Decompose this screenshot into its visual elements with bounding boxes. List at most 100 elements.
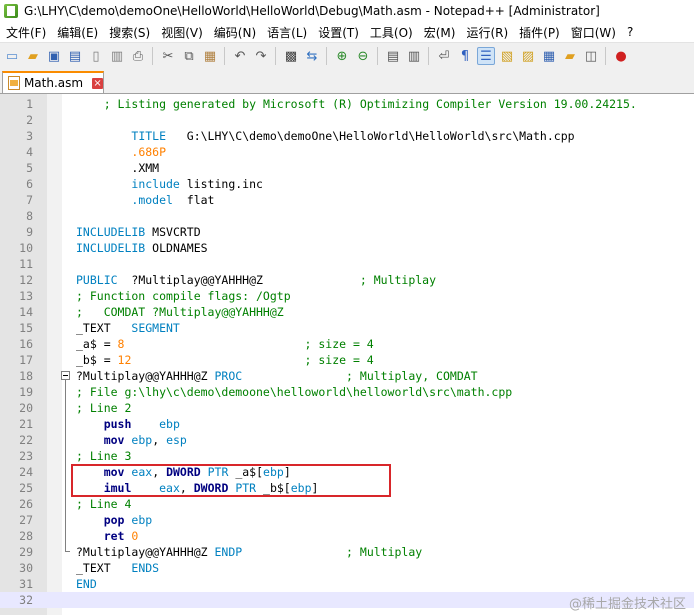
code-line[interactable]: 5 .XMM	[0, 160, 694, 176]
menu-macro[interactable]: 宏(M)	[418, 24, 461, 41]
line-number: 16	[19, 337, 33, 351]
close-all-icon[interactable]: ▥	[108, 47, 126, 65]
menu-plugins[interactable]: 插件(P)	[513, 24, 565, 41]
code-line[interactable]: 1 ; Listing generated by Microsoft (R) O…	[0, 96, 694, 112]
menu-settings[interactable]: 设置(T)	[312, 24, 364, 41]
close-file-icon[interactable]: ▯	[87, 47, 105, 65]
code-token: INCLUDELIB	[76, 241, 146, 255]
indent-guide-icon[interactable]: ☰	[477, 47, 495, 65]
save-icon[interactable]: ▣	[45, 47, 63, 65]
code-line[interactable]: 7 .model flat	[0, 192, 694, 208]
replace-icon[interactable]: ⇆	[303, 47, 321, 65]
code-line[interactable]: 10 INCLUDELIB OLDNAMES	[0, 240, 694, 256]
code-line[interactable]: 20 ; Line 2	[0, 400, 694, 416]
tab-label: Math.asm	[23, 76, 84, 90]
code-line[interactable]: 31 END	[0, 576, 694, 592]
open-file-icon[interactable]: ▰	[24, 47, 42, 65]
code-token: esp	[166, 433, 187, 447]
close-icon[interactable]: ×	[92, 77, 103, 89]
code-line[interactable]: 3 TITLE G:\LHY\C\demo\demoOne\HelloWorld…	[0, 128, 694, 144]
code-token: ebp	[131, 513, 153, 527]
function-list-icon[interactable]: ▦	[540, 47, 558, 65]
code-token: include	[131, 177, 180, 191]
code-line[interactable]: 4 .686P	[0, 144, 694, 160]
new-file-icon[interactable]: ▭	[3, 47, 21, 65]
code-token: ; size = 4	[304, 337, 374, 351]
code-line[interactable]: 6 include listing.inc	[0, 176, 694, 192]
code-line[interactable]: 28 ret 0	[0, 528, 694, 544]
code-token: _b$ =	[76, 353, 118, 367]
code-line[interactable]: 11	[0, 256, 694, 272]
menu-help[interactable]: ?	[621, 25, 638, 39]
code-token: mov	[103, 433, 125, 447]
language-icon[interactable]: ▧	[498, 47, 516, 65]
doc-map-icon[interactable]: ▨	[519, 47, 537, 65]
code-token: ; File g:\lhy\c\demo\demoone\helloworld\…	[76, 385, 513, 399]
tab-math-asm[interactable]: Math.asm ×	[2, 71, 104, 93]
redo-icon[interactable]: ↷	[252, 47, 270, 65]
code-line[interactable]: 17 _b$ = 12 ; size = 4	[0, 352, 694, 368]
record-macro-icon[interactable]: ●	[612, 47, 630, 65]
code-text: ret 0	[76, 528, 139, 544]
code-line[interactable]: 23 ; Line 3	[0, 448, 694, 464]
word-wrap-icon[interactable]: ⏎	[435, 47, 453, 65]
paste-icon[interactable]: ▦	[201, 47, 219, 65]
code-text: PUBLIC ?Multiplay@@YAHHH@Z ; Multiplay	[76, 272, 436, 288]
code-line[interactable]: 18 ?Multiplay@@YAHHH@Z PROC ; Multiplay, …	[0, 368, 694, 384]
menu-file[interactable]: 文件(F)	[0, 24, 51, 41]
file-icon	[8, 76, 20, 90]
code-line[interactable]: 8	[0, 208, 694, 224]
sync-vertical-icon[interactable]: ▤	[384, 47, 402, 65]
code-text: ; Function compile flags: /Ogtp	[76, 288, 291, 304]
fold-toggle-icon[interactable]	[61, 371, 70, 380]
menu-tools[interactable]: 工具(O)	[364, 24, 418, 41]
monitor-icon[interactable]: ◫	[582, 47, 600, 65]
find-icon[interactable]: ▩	[282, 47, 300, 65]
code-line[interactable]: 22 mov ebp, esp	[0, 432, 694, 448]
show-all-chars-icon[interactable]: ¶	[456, 47, 474, 65]
code-line[interactable]: 30 _TEXT ENDS	[0, 560, 694, 576]
code-token: ENDP	[214, 545, 243, 559]
code-line[interactable]: 27 pop ebp	[0, 512, 694, 528]
code-line[interactable]: 19 ; File g:\lhy\c\demo\demoone\helloworl…	[0, 384, 694, 400]
code-line[interactable]: 21 push ebp	[0, 416, 694, 432]
code-line[interactable]: 16 _a$ = 8 ; size = 4	[0, 336, 694, 352]
code-line[interactable]: 29 ?Multiplay@@YAHHH@Z ENDP ; Multiplay	[0, 544, 694, 560]
code-text: ; Line 2	[76, 400, 131, 416]
code-line[interactable]: 12 PUBLIC ?Multiplay@@YAHHH@Z ; Multiplay	[0, 272, 694, 288]
code-line[interactable]: 2	[0, 112, 694, 128]
code-line[interactable]: 15 _TEXT SEGMENT	[0, 320, 694, 336]
menu-search[interactable]: 搜索(S)	[103, 24, 155, 41]
zoom-out-icon[interactable]: ⊖	[354, 47, 372, 65]
code-line[interactable]: 9 INCLUDELIB MSVCRTD	[0, 224, 694, 240]
code-line[interactable]: 13 ; Function compile flags: /Ogtp	[0, 288, 694, 304]
menu-view[interactable]: 视图(V)	[155, 24, 208, 41]
undo-icon[interactable]: ↶	[231, 47, 249, 65]
cut-icon[interactable]: ✂	[159, 47, 177, 65]
menu-language[interactable]: 语言(L)	[261, 24, 312, 41]
menu-edit[interactable]: 编辑(E)	[51, 24, 103, 41]
save-all-icon[interactable]: ▤	[66, 47, 84, 65]
zoom-in-icon[interactable]: ⊕	[333, 47, 351, 65]
annotation-highlight-box	[71, 464, 391, 497]
menu-run[interactable]: 运行(R)	[460, 24, 513, 41]
code-line[interactable]: 14 ; COMDAT ?Multiplay@@YAHHH@Z	[0, 304, 694, 320]
line-number: 17	[19, 353, 33, 367]
fold-end-marker	[65, 551, 70, 552]
copy-icon[interactable]: ⧉	[180, 47, 198, 65]
code-text: END	[76, 576, 97, 592]
print-icon[interactable]: ⎙	[129, 47, 147, 65]
code-token: ; COMDAT ?Multiplay@@YAHHH@Z	[76, 305, 284, 319]
code-token: ; Multiplay	[359, 273, 437, 287]
code-token: ; Listing generated by Microsoft (R) Opt…	[103, 97, 637, 111]
sync-horizontal-icon[interactable]: ▥	[405, 47, 423, 65]
code-text: TITLE G:\LHY\C\demo\demoOne\HelloWorld\H…	[76, 128, 574, 144]
code-editor[interactable]: 1 ; Listing generated by Microsoft (R) O…	[0, 94, 694, 615]
menu-encoding[interactable]: 编码(N)	[208, 24, 261, 41]
folder-workspace-icon[interactable]: ▰	[561, 47, 579, 65]
menu-window[interactable]: 窗口(W)	[565, 24, 621, 41]
code-token: ?Multiplay@@YAHHH@Z	[76, 369, 215, 383]
code-line[interactable]: 26 ; Line 4	[0, 496, 694, 512]
